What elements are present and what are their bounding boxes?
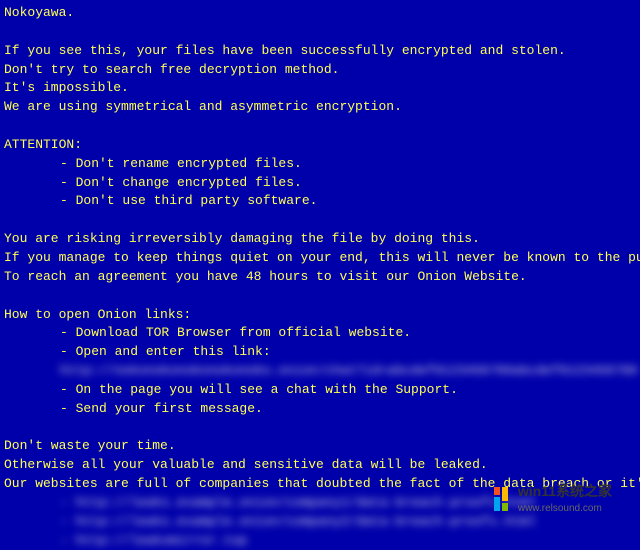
watermark-text: win11系统之家 www.relsound.com	[518, 481, 612, 516]
howto-step-2: - Open and enter this link:	[4, 343, 640, 362]
deadline-msg: To reach an agreement you have 48 hours …	[4, 268, 640, 287]
risk-warning: You are risking irreversibly damaging th…	[4, 230, 640, 249]
attention-item-3: - Don't use third party software.	[4, 192, 640, 211]
ransom-title: Nokoyawa.	[4, 4, 640, 23]
blank-line	[4, 117, 640, 136]
leak-site-3-blurred: - http://leaksmirror.top	[4, 532, 640, 550]
msg-impossible: It's impossible.	[4, 79, 640, 98]
watermark: win11系统之家 www.relsound.com	[486, 477, 620, 520]
blank-line	[4, 287, 640, 306]
howto-step-4: - Send your first message.	[4, 400, 640, 419]
leak-warning: Otherwise all your valuable and sensitiv…	[4, 456, 640, 475]
attention-item-1: - Don't rename encrypted files.	[4, 155, 640, 174]
howto-header: How to open Onion links:	[4, 306, 640, 325]
onion-link-blurred: http://nokonokonokonokonoko.onion/chat?i…	[4, 362, 640, 381]
msg-no-decrypt: Don't try to search free decryption meth…	[4, 61, 640, 80]
attention-item-2: - Don't change encrypted files.	[4, 174, 640, 193]
attention-header: ATTENTION:	[4, 136, 640, 155]
blank-line	[4, 419, 640, 438]
blank-line	[4, 23, 640, 42]
watermark-url: www.relsound.com	[518, 502, 612, 517]
blank-line	[4, 211, 640, 230]
msg-encryption-type: We are using symmetrical and asymmetric …	[4, 98, 640, 117]
windows-logo-icon	[494, 487, 508, 511]
waste-time-msg: Don't waste your time.	[4, 437, 640, 456]
quiet-warning: If you manage to keep things quiet on yo…	[4, 249, 640, 268]
msg-encrypted: If you see this, your files have been su…	[4, 42, 640, 61]
howto-step-3: - On the page you will see a chat with t…	[4, 381, 640, 400]
watermark-title: win11系统之家	[518, 481, 612, 501]
howto-step-1: - Download TOR Browser from official web…	[4, 324, 640, 343]
